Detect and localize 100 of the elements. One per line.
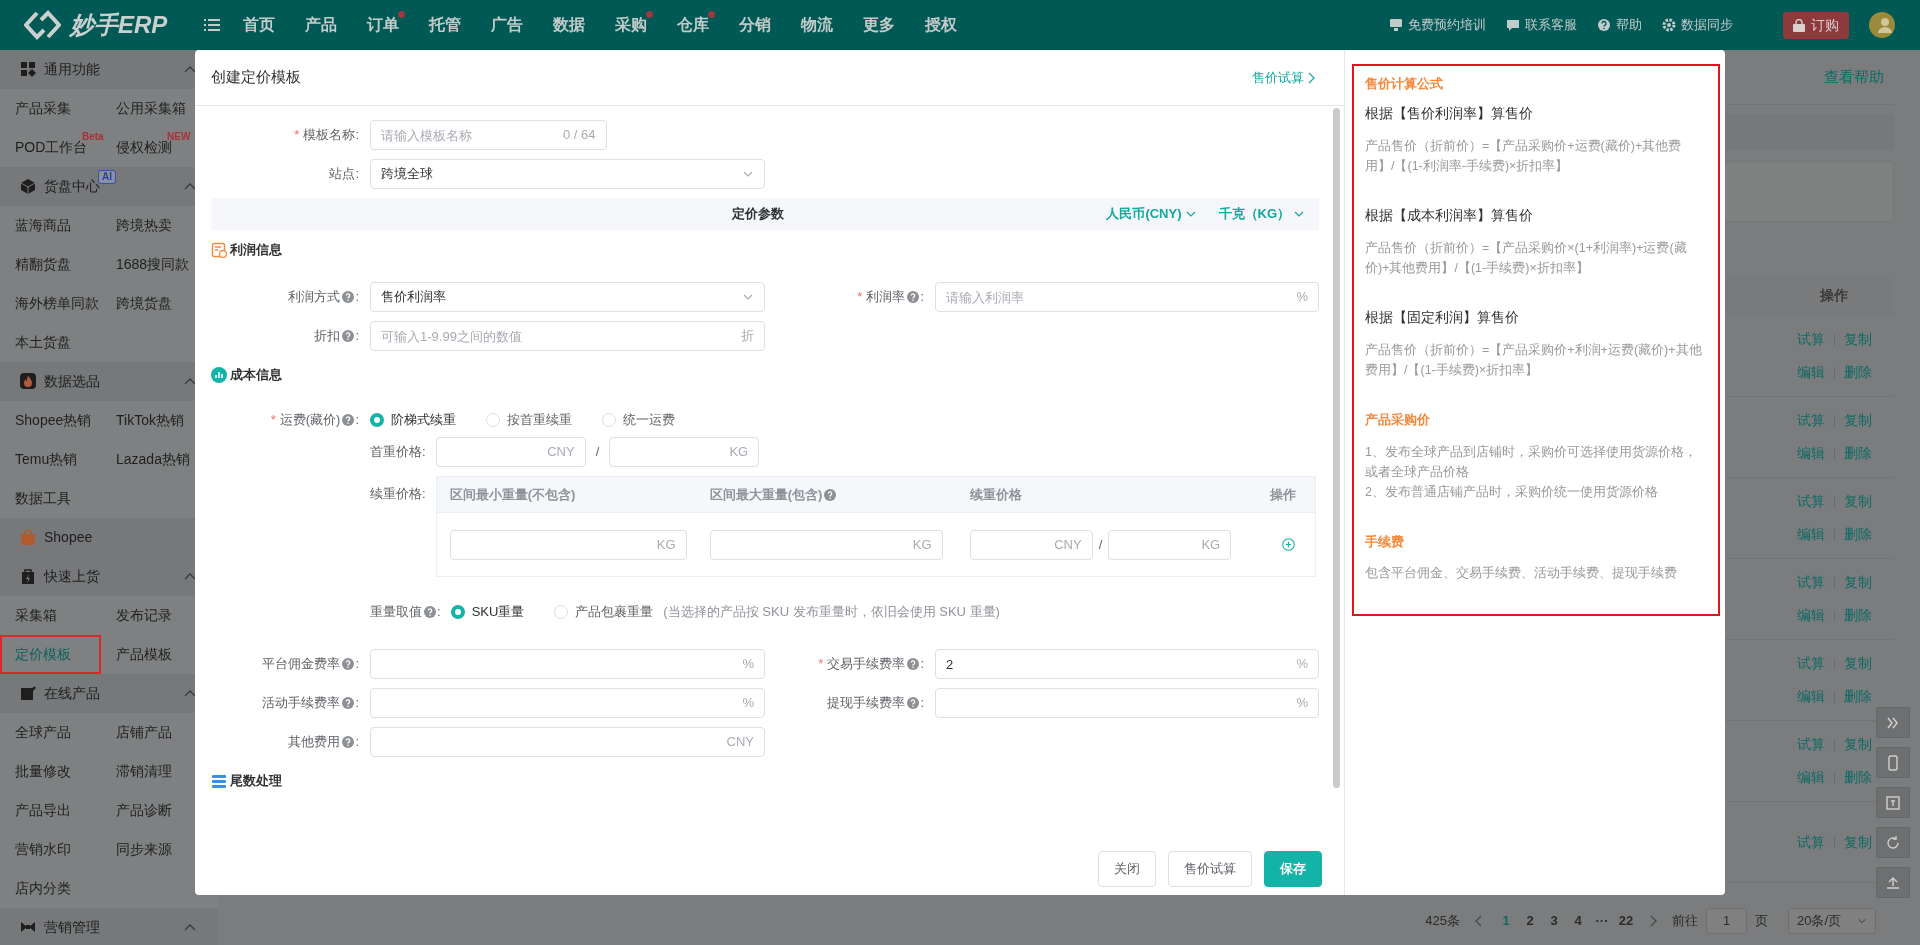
nav-menu-item[interactable]: 首页 <box>228 13 291 37</box>
radio-button[interactable] <box>450 605 465 619</box>
text-field[interactable]: % <box>370 649 765 679</box>
sidebar-item[interactable]: Shopee热销 <box>0 401 101 440</box>
sidebar-item[interactable]: 全球产品 <box>0 713 101 752</box>
field-label: 活动手续费率 <box>262 694 341 713</box>
sidebar-item[interactable]: 蓝海商品 <box>0 206 101 245</box>
nav-menu-item[interactable]: 仓库 <box>662 13 725 37</box>
text-field[interactable]: % <box>935 688 1319 718</box>
formula-text: 产品售价（折前价）=【产品采购价×(1+利润率)+运费(藏价)+其他费用】/【(1-手续费)×折扣率】 <box>1365 240 1688 277</box>
nav-link[interactable]: 免费预约培训 <box>1408 15 1486 35</box>
sidebar-item[interactable]: 采集箱 <box>0 596 101 635</box>
sidebar-item[interactable]: 产品采集 <box>0 89 101 128</box>
unit-dropdown[interactable]: 千克（KG） <box>1218 204 1305 224</box>
sidebar-item[interactable]: 本土货盘 <box>0 323 101 362</box>
order-button[interactable]: 订购 <box>1783 11 1849 39</box>
radio-label[interactable]: 按首重续重 <box>507 410 572 430</box>
nav-menu-item[interactable]: 授权 <box>910 13 973 37</box>
nav-menu-item[interactable]: 数据 <box>538 13 601 37</box>
page-input[interactable]: 1 <box>1706 908 1747 934</box>
radio-label[interactable]: 产品包裹重量 <box>575 602 654 622</box>
text-field[interactable]: KG <box>449 529 687 560</box>
column-header: 操作 <box>1820 285 1848 305</box>
price-trial-link[interactable]: 售价试算 <box>1252 67 1315 88</box>
sidebar-item[interactable]: 数据工具 <box>0 479 101 518</box>
radio-button[interactable] <box>370 413 384 427</box>
goto-label: 前往 <box>1672 912 1698 931</box>
nav-menu-item[interactable]: 托管 <box>414 13 477 37</box>
formula-text: 包含平台佣金、交易手续费、活动手续费、提现手续费 <box>1365 565 1678 583</box>
sidebar-item[interactable]: 营销水印 <box>0 830 101 869</box>
text-field[interactable]: % <box>370 688 765 718</box>
currency-dropdown[interactable]: 人民币(CNY) <box>1106 204 1197 224</box>
side-tool-button[interactable] <box>1876 747 1910 778</box>
side-tool-button[interactable] <box>1876 787 1910 818</box>
sidebar-item[interactable]: Temu热销 <box>0 440 101 479</box>
page-link[interactable]: 22 <box>1618 911 1634 931</box>
select-field[interactable]: 跨境全球 <box>370 159 765 189</box>
page-unit: 页 <box>1755 912 1768 931</box>
field-label: 其他费用 <box>288 733 341 752</box>
label-colon: : <box>920 694 924 713</box>
text-field[interactable]: CNY <box>969 529 1093 560</box>
add-circle-icon[interactable] <box>1281 538 1295 551</box>
edit-icon <box>20 685 36 702</box>
ai-badge: AI <box>98 170 116 184</box>
radio-label[interactable]: SKU重量 <box>471 602 525 622</box>
input-field[interactable]: 2 <box>946 650 1291 678</box>
chat-icon <box>1506 18 1520 32</box>
grid-icon <box>20 61 36 78</box>
nav-menu-item[interactable]: 物流 <box>786 13 849 37</box>
footer-button[interactable]: 售价试算 <box>1168 850 1252 887</box>
radio-label[interactable]: 阶梯式续重 <box>391 410 456 430</box>
bag-icon <box>1793 18 1805 32</box>
nav-menu-item[interactable]: 分销 <box>724 13 787 37</box>
sidebar-item[interactable]: 精翻货盘 <box>0 245 101 284</box>
sidebar-item[interactable]: 海外榜单同款 <box>0 284 101 323</box>
text-field[interactable]: CNY <box>435 437 586 467</box>
input-field[interactable]: 请输入模板名称 <box>381 121 557 149</box>
field-label: 站点: <box>329 165 359 184</box>
input-field[interactable]: 可输入1-9.99之间的数值 <box>381 322 735 350</box>
footer-button[interactable]: 保存 <box>1264 850 1322 887</box>
page-link[interactable]: 4 <box>1570 911 1586 931</box>
text-field[interactable]: 请输入模板名称 0 / 64 <box>370 120 607 150</box>
side-tool-button[interactable] <box>1876 867 1910 898</box>
nav-link[interactable]: 联系客服 <box>1525 15 1577 35</box>
sidebar-item[interactable]: 产品导出 <box>0 791 101 830</box>
scrollbar[interactable] <box>1333 108 1340 788</box>
page-link[interactable]: 3 <box>1546 911 1562 931</box>
text-field[interactable]: KG <box>1108 529 1232 560</box>
page-link[interactable]: 2 <box>1522 911 1538 931</box>
shopping-bag-icon <box>20 529 36 546</box>
nav-menu-item[interactable]: 广告 <box>476 13 539 37</box>
field-label: 提现手续费率 <box>827 694 906 713</box>
sidebar-item[interactable]: 店内分类 <box>0 869 101 908</box>
nav-link[interactable]: 帮助 <box>1616 15 1642 35</box>
stack-icon <box>211 773 227 789</box>
label-colon: : <box>355 411 359 430</box>
footer-button[interactable]: 关闭 <box>1098 850 1156 887</box>
nav-menu-item[interactable]: 产品 <box>290 13 353 37</box>
nav-menu-item[interactable]: 订单 <box>352 13 415 37</box>
chevron-right-icon[interactable] <box>1648 915 1658 927</box>
text-field[interactable]: 可输入1-9.99之间的数值 折 <box>370 321 765 351</box>
separator-text: / <box>595 443 600 462</box>
sidebar-item[interactable]: 批量修改 <box>0 752 101 791</box>
input-field[interactable]: 请输入利润率 <box>946 283 1291 311</box>
nav-link[interactable]: 数据同步 <box>1681 15 1733 35</box>
text-field[interactable]: CNY <box>370 727 765 757</box>
side-tool-button[interactable] <box>1876 707 1910 738</box>
text-field[interactable]: KG <box>609 437 760 467</box>
select-field[interactable]: 售价利润率 <box>370 282 765 312</box>
page-size-select[interactable]: 20条/页 <box>1788 908 1876 934</box>
side-tool-button[interactable] <box>1876 827 1910 858</box>
nav-menu-item[interactable]: 更多 <box>848 13 911 37</box>
text-field[interactable]: 请输入利润率 % <box>935 282 1319 312</box>
text-field[interactable]: KG <box>709 529 943 560</box>
nav-menu-item[interactable]: 采购 <box>600 13 663 37</box>
chevron-left-icon[interactable] <box>1474 915 1484 927</box>
radio-label[interactable]: 统一运费 <box>623 410 675 430</box>
page-link[interactable]: ··· <box>1594 911 1610 931</box>
text-field[interactable]: 2 % <box>935 649 1319 679</box>
label-colon: : <box>355 694 359 713</box>
